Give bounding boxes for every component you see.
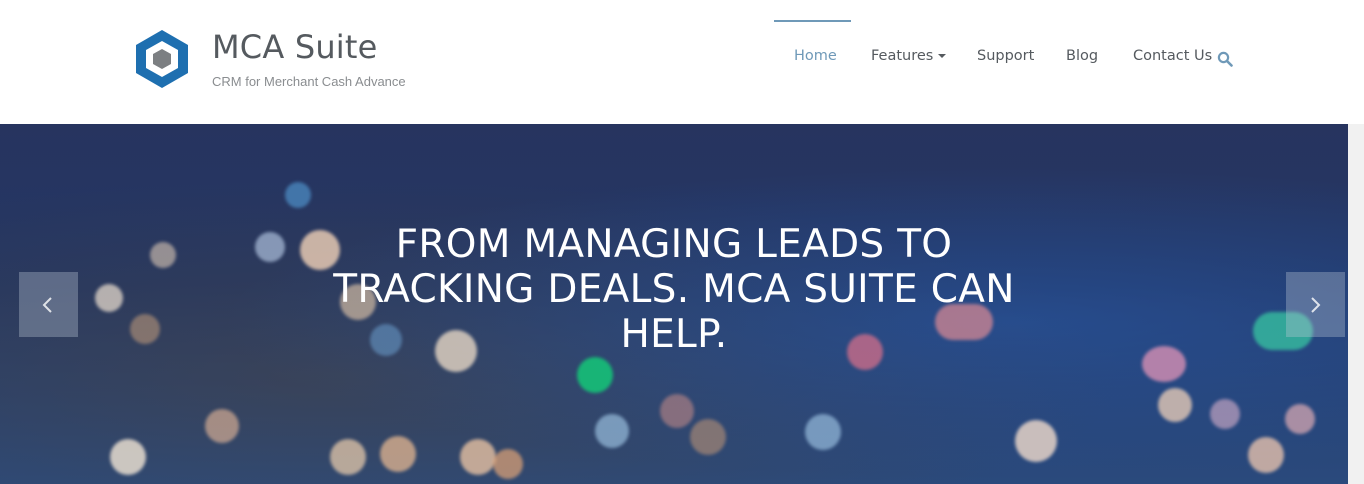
scrollbar-track[interactable] xyxy=(1348,124,1364,484)
hero-headline: FROM MANAGING LEADS TO TRACKING DEALS. M… xyxy=(333,222,1015,357)
nav-item-features-label: Features xyxy=(871,48,934,64)
bokeh-light xyxy=(205,409,239,443)
bokeh-light xyxy=(493,449,523,479)
nav-item-support[interactable]: Support xyxy=(977,48,1034,64)
nav-item-blog[interactable]: Blog xyxy=(1066,48,1098,64)
bokeh-light xyxy=(660,394,694,428)
bokeh-light xyxy=(690,419,726,455)
bokeh-light xyxy=(380,436,416,472)
nav-active-indicator xyxy=(774,20,851,22)
nav-item-home[interactable]: Home xyxy=(794,48,837,64)
slider-next-button[interactable] xyxy=(1286,272,1345,337)
caret-down-icon xyxy=(938,54,947,58)
bokeh-light xyxy=(577,357,613,393)
bokeh-light xyxy=(150,242,176,268)
bokeh-light xyxy=(255,232,285,262)
nav-item-contact-us[interactable]: Contact Us xyxy=(1133,48,1212,64)
bokeh-light xyxy=(1158,388,1192,422)
nav-item-features[interactable]: Features xyxy=(871,48,947,64)
main-nav: Home Features Support Blog Contact Us xyxy=(0,0,1364,124)
search-icon[interactable] xyxy=(1217,51,1233,67)
bokeh-light xyxy=(110,439,146,475)
bokeh-light xyxy=(1210,399,1240,429)
bokeh-light xyxy=(805,414,841,450)
chevron-left-icon xyxy=(42,297,52,313)
bokeh-light xyxy=(1285,404,1315,434)
hero-slider: FROM MANAGING LEADS TO TRACKING DEALS. M… xyxy=(0,124,1348,484)
chevron-right-icon xyxy=(1311,297,1321,313)
bokeh-light xyxy=(95,284,123,312)
bokeh-light xyxy=(460,439,496,475)
bokeh-light xyxy=(130,314,160,344)
bokeh-light xyxy=(1015,420,1057,462)
bokeh-light xyxy=(330,439,366,475)
slider-prev-button[interactable] xyxy=(19,272,78,337)
bokeh-light xyxy=(1142,346,1186,382)
bokeh-light xyxy=(1248,437,1284,473)
site-header: MCA Suite CRM for Merchant Cash Advance … xyxy=(0,0,1364,124)
bokeh-light xyxy=(285,182,311,208)
bokeh-light xyxy=(595,414,629,448)
